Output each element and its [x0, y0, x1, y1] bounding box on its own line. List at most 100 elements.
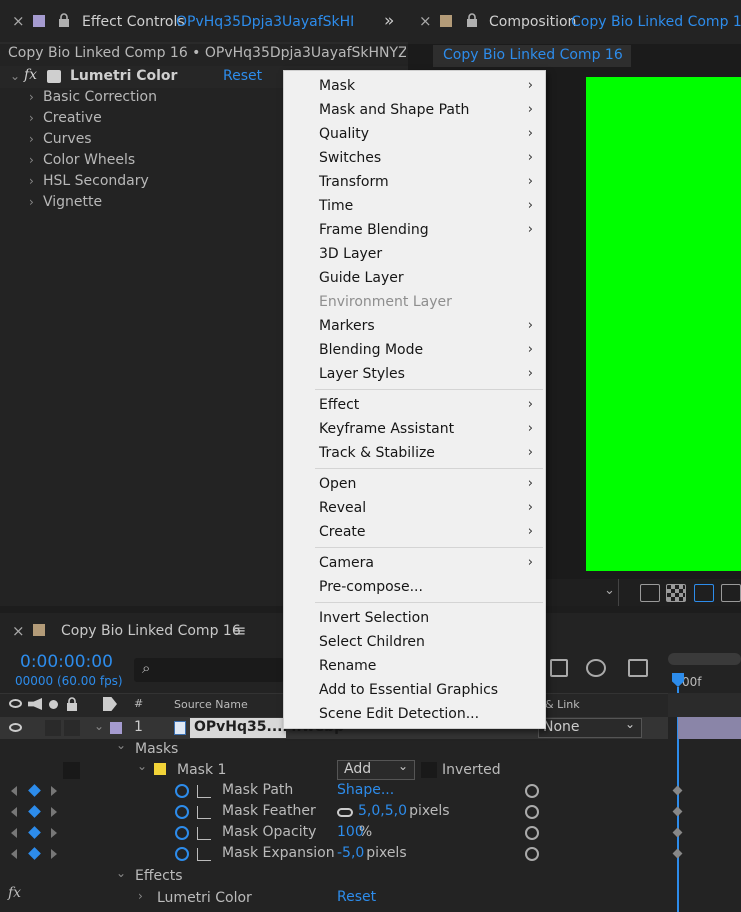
- menu-item-time[interactable]: Time ›: [284, 194, 545, 218]
- chevron-right-icon[interactable]: ›: [29, 132, 34, 146]
- eye-icon[interactable]: [9, 723, 22, 732]
- keyframe-marker[interactable]: [672, 785, 683, 796]
- keyframe-marker[interactable]: [672, 848, 683, 859]
- menu-item-invert-selection[interactable]: Invert Selection: [284, 606, 545, 630]
- menu-item-markers[interactable]: Markers ›: [284, 314, 545, 338]
- region-of-interest-icon[interactable]: [721, 584, 741, 602]
- stopwatch-icon[interactable]: [175, 826, 189, 840]
- effect-reset-link[interactable]: Reset: [337, 889, 376, 905]
- menu-item-create[interactable]: Create ›: [284, 520, 545, 544]
- close-icon[interactable]: ×: [12, 622, 25, 640]
- close-icon[interactable]: ×: [12, 12, 25, 30]
- expression-spiral-icon[interactable]: [525, 847, 539, 861]
- keyframe-icon[interactable]: [28, 847, 41, 860]
- section-basic-correction[interactable]: Basic Correction: [43, 89, 157, 105]
- mask-name[interactable]: Mask 1: [177, 762, 226, 778]
- menu-item-pre-compose[interactable]: Pre-compose...: [284, 575, 545, 599]
- section-hsl-secondary[interactable]: HSL Secondary: [43, 173, 149, 189]
- prev-keyframe-icon[interactable]: [11, 849, 17, 859]
- eye-icon[interactable]: [9, 699, 22, 708]
- tab-composition[interactable]: Composition: [489, 14, 576, 30]
- solo-toggle[interactable]: [63, 762, 80, 779]
- section-creative[interactable]: Creative: [43, 110, 102, 126]
- chevron-down-icon[interactable]: ⌄: [10, 69, 20, 83]
- stopwatch-icon[interactable]: [175, 784, 189, 798]
- menu-item-effect[interactable]: Effect ›: [284, 393, 545, 417]
- next-keyframe-icon[interactable]: [51, 828, 57, 838]
- audio-toggle[interactable]: [45, 720, 61, 736]
- menu-item-mask[interactable]: Mask ›: [284, 74, 545, 98]
- menu-item-transform[interactable]: Transform ›: [284, 170, 545, 194]
- keyframe-marker[interactable]: [672, 827, 683, 838]
- stopwatch-icon[interactable]: [175, 805, 189, 819]
- chevron-down-icon[interactable]: ⌄: [116, 738, 126, 752]
- chevron-down-icon[interactable]: ⌄: [116, 866, 126, 880]
- section-vignette[interactable]: Vignette: [43, 194, 102, 210]
- mask-color-swatch[interactable]: [154, 763, 166, 775]
- fx-icon[interactable]: fx: [8, 885, 21, 901]
- viewer-tab[interactable]: Copy Bio Linked Comp 16: [433, 45, 631, 67]
- menu-item-track-stabilize[interactable]: Track & Stabilize ›: [284, 441, 545, 465]
- next-keyframe-icon[interactable]: [51, 849, 57, 859]
- next-keyframe-icon[interactable]: [51, 807, 57, 817]
- solo-icon[interactable]: [49, 700, 58, 709]
- lock-icon[interactable]: [66, 697, 78, 711]
- menu-item-mask-and-shape-path[interactable]: Mask and Shape Path ›: [284, 98, 545, 122]
- expression-spiral-icon[interactable]: [525, 826, 539, 840]
- mask-mode-dropdown[interactable]: Add ⌄: [337, 759, 415, 780]
- motion-blur-icon[interactable]: [586, 659, 606, 677]
- menu-item-add-to-essential-graphics[interactable]: Add to Essential Graphics: [284, 678, 545, 702]
- search-input[interactable]: ⌕: [134, 658, 284, 682]
- panel-menu-icon[interactable]: ≡: [233, 621, 246, 640]
- menu-item-reveal[interactable]: Reveal ›: [284, 496, 545, 520]
- menu-item-select-children[interactable]: Select Children: [284, 630, 545, 654]
- stopwatch-icon[interactable]: [175, 847, 189, 861]
- mask-visibility-icon[interactable]: [694, 584, 714, 602]
- lock-icon[interactable]: [466, 13, 478, 27]
- fast-previews-icon[interactable]: [640, 584, 660, 602]
- menu-item-frame-blending[interactable]: Frame Blending ›: [284, 218, 545, 242]
- frame-blending-icon[interactable]: [550, 659, 568, 677]
- prev-keyframe-icon[interactable]: [11, 786, 17, 796]
- lock-icon[interactable]: [58, 13, 70, 27]
- keyframe-icon[interactable]: [28, 826, 41, 839]
- prev-keyframe-icon[interactable]: [11, 807, 17, 817]
- chevron-right-icon[interactable]: ›: [29, 174, 34, 188]
- property-value[interactable]: Shape...: [337, 782, 394, 798]
- chevron-right-icon[interactable]: ›: [29, 111, 34, 125]
- chevron-right-icon[interactable]: ›: [138, 889, 143, 903]
- section-curves[interactable]: Curves: [43, 131, 92, 147]
- column-parent-link[interactable]: & Link: [545, 698, 580, 711]
- menu-item-scene-edit-detection[interactable]: Scene Edit Detection...: [284, 702, 545, 726]
- next-keyframe-icon[interactable]: [51, 786, 57, 796]
- chevron-down-icon[interactable]: ⌄: [94, 719, 104, 733]
- expression-spiral-icon[interactable]: [525, 805, 539, 819]
- menu-item-rename[interactable]: Rename: [284, 654, 545, 678]
- layer-name-field[interactable]: OPvHq35...M.webp: [190, 718, 344, 738]
- chevron-right-icon[interactable]: ›: [29, 90, 34, 104]
- menu-item-keyframe-assistant[interactable]: Keyframe Assistant ›: [284, 417, 545, 441]
- parent-dropdown[interactable]: None ⌄: [538, 717, 642, 738]
- transparency-grid-icon[interactable]: [666, 584, 686, 602]
- audio-icon[interactable]: [28, 698, 42, 710]
- label-tag-icon[interactable]: [103, 697, 117, 711]
- close-icon[interactable]: ×: [419, 12, 432, 30]
- menu-item-3d-layer[interactable]: 3D Layer: [284, 242, 545, 266]
- property-value[interactable]: 5,0,5,0: [358, 803, 407, 819]
- property-value[interactable]: -5,0: [337, 845, 364, 861]
- reset-link[interactable]: Reset: [223, 68, 262, 84]
- layer-label-swatch[interactable]: [110, 722, 122, 734]
- overflow-icon[interactable]: »: [384, 11, 394, 31]
- keyframe-icon[interactable]: [28, 805, 41, 818]
- menu-item-camera[interactable]: Camera ›: [284, 551, 545, 575]
- menu-item-layer-styles[interactable]: Layer Styles ›: [284, 362, 545, 386]
- lock-toggle[interactable]: [64, 720, 80, 736]
- menu-item-blending-mode[interactable]: Blending Mode ›: [284, 338, 545, 362]
- inverted-checkbox[interactable]: [421, 762, 437, 778]
- menu-item-open[interactable]: Open ›: [284, 472, 545, 496]
- expression-spiral-icon[interactable]: [525, 784, 539, 798]
- chevron-down-icon[interactable]: ⌄: [137, 759, 147, 773]
- keyframe-marker[interactable]: [672, 806, 683, 817]
- chevron-right-icon[interactable]: ›: [29, 195, 34, 209]
- menu-item-guide-layer[interactable]: Guide Layer: [284, 266, 545, 290]
